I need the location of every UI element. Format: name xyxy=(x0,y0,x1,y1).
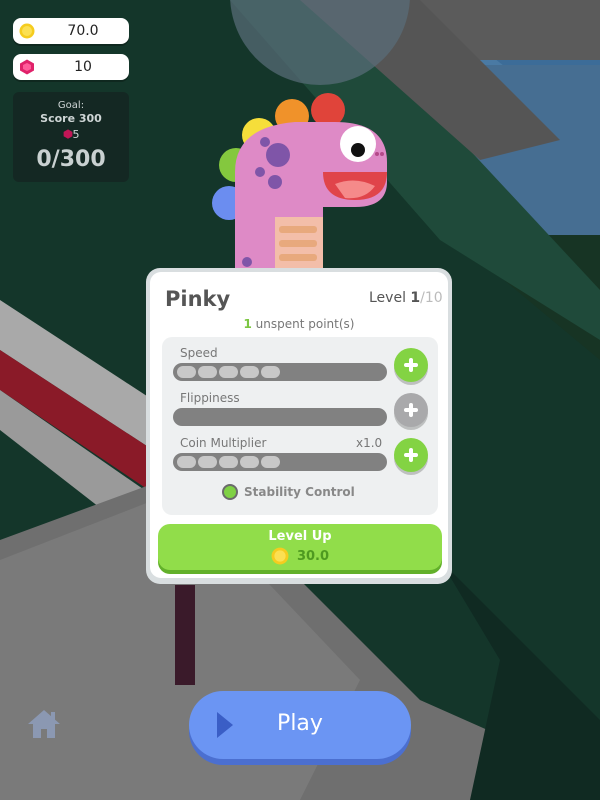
level-up-button[interactable]: Level Up 30.0 xyxy=(158,524,442,570)
level-up-cost-amount: 30.0 xyxy=(296,548,330,564)
stability-control-toggle[interactable]: Stability Control xyxy=(222,484,355,500)
goal-panel: Goal: Score 300 5 0/300 xyxy=(13,92,129,182)
stat-pip xyxy=(219,366,238,378)
stat-speed-label: Speed xyxy=(180,346,218,360)
goal-reward: 5 xyxy=(13,128,129,141)
level-label: Level xyxy=(369,290,406,306)
stat-speed-bar xyxy=(173,363,387,381)
goal-reward-amount: 5 xyxy=(72,128,80,141)
unspent-points: 1 unspent point(s) xyxy=(146,317,452,331)
stat-pip xyxy=(198,456,217,468)
stat-pip xyxy=(261,456,280,468)
stat-pip xyxy=(240,366,259,378)
stat-pip xyxy=(240,456,259,468)
stability-control-label: Stability Control xyxy=(244,485,355,499)
character-name: Pinky xyxy=(165,287,231,311)
coin-amount: 70.0 xyxy=(67,23,99,39)
gem-amount: 10 xyxy=(74,59,92,75)
coin-counter: 70.0 xyxy=(13,18,129,44)
goal-target: Score 300 xyxy=(40,112,102,125)
goal-label: Goal: xyxy=(57,100,85,111)
home-icon[interactable] xyxy=(26,708,62,740)
level-max: /10 xyxy=(420,290,443,306)
stat-coin-multiplier-bar xyxy=(173,453,387,471)
unspent-count: 1 xyxy=(243,317,252,331)
goal-progress: 0/300 xyxy=(36,147,106,172)
stat-pip xyxy=(177,456,196,468)
gem-icon xyxy=(20,59,34,75)
level-up-label: Level Up xyxy=(268,529,332,544)
plus-icon xyxy=(404,358,418,372)
stat-flippiness-bar xyxy=(173,408,387,426)
plus-icon xyxy=(404,448,418,462)
gem-icon xyxy=(63,129,72,139)
plus-icon xyxy=(404,403,418,417)
level-current: 1 xyxy=(410,290,421,306)
unspent-text: unspent point(s) xyxy=(251,317,355,331)
coin-multiplier-value: x1.0 xyxy=(356,436,383,450)
stat-flippiness-label: Flippiness xyxy=(180,391,240,405)
coin-icon xyxy=(19,23,35,39)
upgrade-coin-multiplier-button[interactable] xyxy=(394,438,428,472)
character-pinky xyxy=(212,93,387,272)
stat-pip xyxy=(177,366,196,378)
gem-counter: 10 xyxy=(13,54,129,80)
upgrade-speed-button[interactable] xyxy=(394,348,428,382)
level-up-cost: 30.0 xyxy=(158,547,442,565)
play-button[interactable]: Play xyxy=(189,691,411,759)
toggle-indicator xyxy=(222,484,238,500)
coin-icon xyxy=(271,547,289,565)
stat-pip xyxy=(261,366,280,378)
play-label: Play xyxy=(277,711,323,736)
upgrade-flippiness-button[interactable] xyxy=(394,393,428,427)
stat-pip xyxy=(219,456,238,468)
character-level: Level 1/10 xyxy=(369,290,443,306)
stat-coin-multiplier-label: Coin Multiplier xyxy=(180,436,267,450)
stat-pip xyxy=(198,366,217,378)
